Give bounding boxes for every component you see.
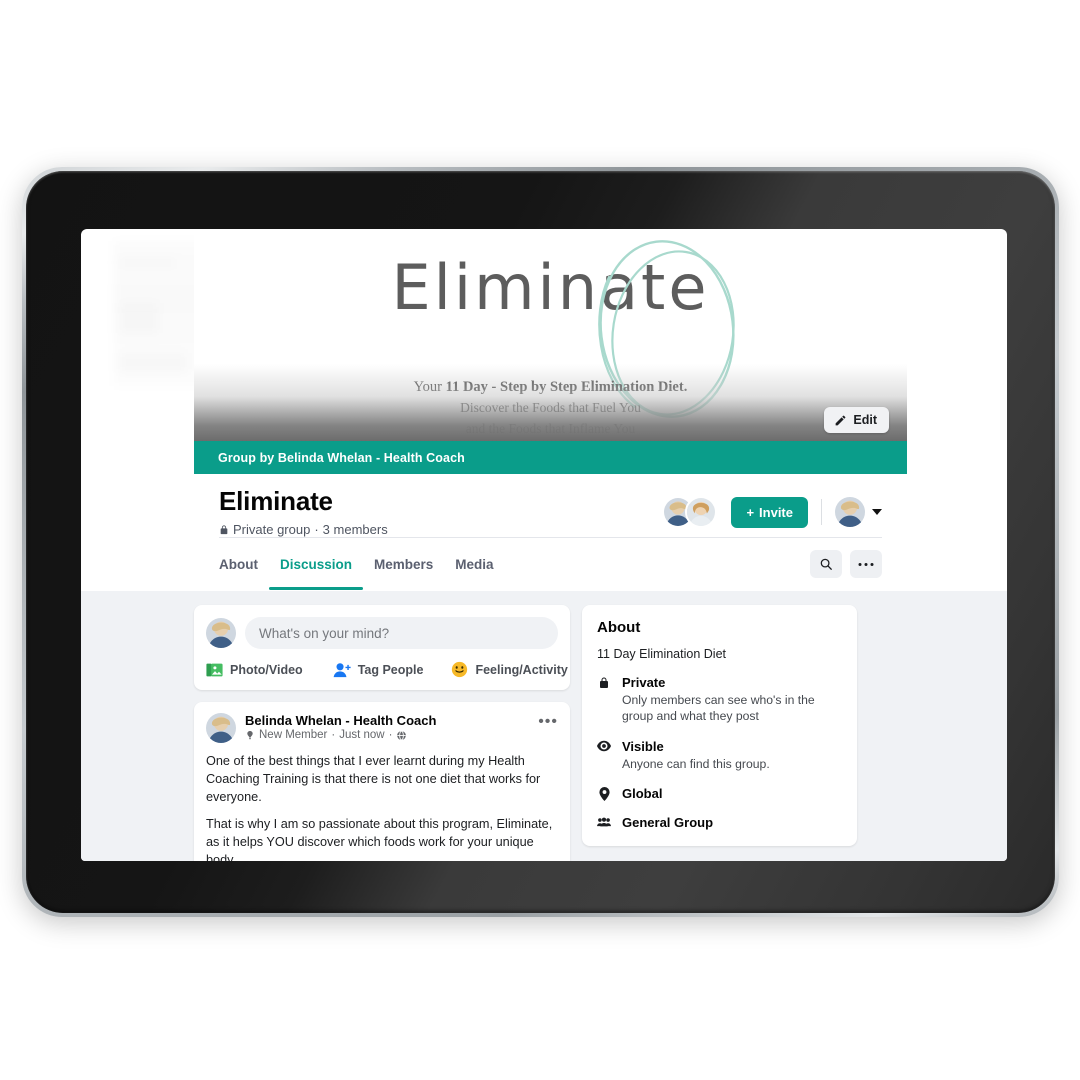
invite-label: Invite — [759, 504, 793, 520]
composer-tag-people-button[interactable]: Tag People — [333, 662, 424, 678]
about-row-global: Global — [597, 786, 842, 802]
feeling-activity-icon — [451, 661, 468, 678]
post-paragraph: One of the best things that I ever learn… — [206, 754, 541, 805]
composer-feeling-activity-button[interactable]: Feeling/Activity — [451, 661, 568, 678]
post-paragraph: That is why I am so passionate about thi… — [206, 817, 553, 861]
eye-icon — [597, 739, 611, 772]
about-card: About 11 Day Elimination Diet Private On… — [582, 605, 857, 847]
about-row-title: Private — [622, 675, 666, 690]
invite-button[interactable]: + Invite — [731, 496, 808, 528]
header-divider — [821, 499, 822, 525]
cover-attribution-bar: Group by Belinda Whelan - Health Coach — [194, 441, 907, 474]
avatar — [685, 496, 718, 528]
group-header-actions: + Invite — [662, 486, 882, 528]
background-watermark — [114, 241, 204, 386]
tablet-device-frame: Eliminate Your 11 Day - Step by Step Eli… — [22, 167, 1059, 917]
group-privacy-label: Private group — [233, 522, 311, 537]
group-feed-area: Photo/Video — [81, 591, 1007, 861]
about-row-title: Visible — [622, 738, 664, 754]
new-member-badge-icon — [245, 730, 255, 740]
tab-about-label: About — [219, 556, 258, 572]
cover-gradient-overlay — [194, 364, 907, 441]
post-composer: Photo/Video — [194, 605, 570, 690]
group-tabs: About Discussion Members Media — [219, 538, 882, 590]
search-icon — [819, 557, 833, 571]
tab-members[interactable]: Members — [363, 538, 444, 590]
lock-icon — [219, 524, 229, 536]
ellipsis-icon — [858, 562, 874, 567]
post-badge-label: New Member — [259, 729, 328, 741]
composer-photo-video-label: Photo/Video — [230, 662, 303, 677]
photo-video-icon — [206, 662, 223, 678]
tab-members-label: Members — [374, 556, 434, 572]
post-body: One of the best things that I ever learn… — [206, 752, 558, 861]
edit-cover-label: Edit — [853, 413, 877, 427]
composer-feeling-activity-label: Feeling/Activity — [475, 662, 568, 677]
group-header: Eliminate Private group · 3 members + In… — [194, 474, 907, 591]
tab-about[interactable]: About — [219, 538, 269, 590]
post-timestamp: Just now — [339, 729, 385, 741]
account-menu[interactable] — [835, 497, 882, 527]
tag-people-icon — [333, 662, 351, 678]
post-submeta: New Member · Just now · — [245, 729, 529, 741]
edit-cover-button[interactable]: Edit — [824, 407, 889, 433]
group-members-count: 3 members — [322, 522, 388, 537]
plus-icon: + — [746, 504, 755, 520]
avatar-current-user — [206, 618, 236, 648]
avatar[interactable] — [206, 713, 236, 743]
composer-tag-people-label: Tag People — [357, 662, 424, 677]
chevron-down-icon — [872, 509, 882, 515]
pencil-icon — [834, 414, 847, 427]
composer-input[interactable] — [245, 617, 558, 649]
screenshot-stage: Eliminate Your 11 Day - Step by Step Eli… — [0, 0, 1080, 1080]
group-meta-separator: · — [314, 522, 319, 537]
post-author-name[interactable]: Belinda Whelan - Health Coach — [245, 713, 529, 728]
globe-audience-icon[interactable] — [396, 730, 407, 741]
feed-side-column: About 11 Day Elimination Diet Private On… — [582, 605, 857, 861]
group-people-icon — [597, 815, 611, 830]
post-sep-1: · — [331, 729, 336, 741]
tab-discussion[interactable]: Discussion — [268, 538, 364, 590]
cover-attribution-text: Group by Belinda Whelan - Health Coach — [218, 450, 465, 465]
tab-discussion-label: Discussion — [279, 556, 353, 572]
tab-media[interactable]: Media — [444, 538, 504, 590]
more-options-button[interactable] — [850, 550, 882, 578]
about-row-title: Global — [622, 786, 663, 802]
about-row-private: Private Only members can see who's in th… — [597, 675, 842, 725]
group-cover-photo[interactable]: Eliminate Your 11 Day - Step by Step Eli… — [194, 229, 907, 474]
feed-main-column: Photo/Video — [194, 605, 570, 861]
tablet-bezel: Eliminate Your 11 Day - Step by Step Eli… — [26, 171, 1055, 913]
about-row-desc: Anyone can find this group. — [622, 756, 770, 771]
lock-icon — [597, 675, 611, 725]
location-pin-icon — [597, 786, 611, 802]
about-row-title: General Group — [622, 815, 714, 831]
feed-post: Belinda Whelan - Health Coach New Member… — [194, 702, 570, 861]
about-row-desc: Only members can see who's in the group … — [622, 693, 815, 724]
search-button[interactable] — [810, 550, 842, 578]
about-row-visible: Visible Anyone can find this group. — [597, 739, 842, 772]
composer-photo-video-button[interactable]: Photo/Video — [206, 662, 303, 678]
member-facepile[interactable] — [662, 496, 718, 528]
post-sep-2: · — [388, 729, 393, 741]
about-description: 11 Day Elimination Diet — [597, 647, 726, 661]
post-options-button[interactable]: ••• — [538, 713, 558, 730]
cover-logo: Eliminate — [194, 240, 907, 418]
avatar-current-user — [835, 497, 865, 527]
group-meta: Private group · 3 members — [219, 522, 662, 537]
group-title: Eliminate — [219, 486, 333, 516]
tablet-screen: Eliminate Your 11 Day - Step by Step Eli… — [81, 229, 1007, 861]
cover-logo-text: Eliminate — [391, 251, 710, 324]
about-row-general-group: General Group — [597, 815, 842, 830]
about-title: About — [597, 619, 641, 636]
tab-media-label: Media — [455, 556, 494, 572]
